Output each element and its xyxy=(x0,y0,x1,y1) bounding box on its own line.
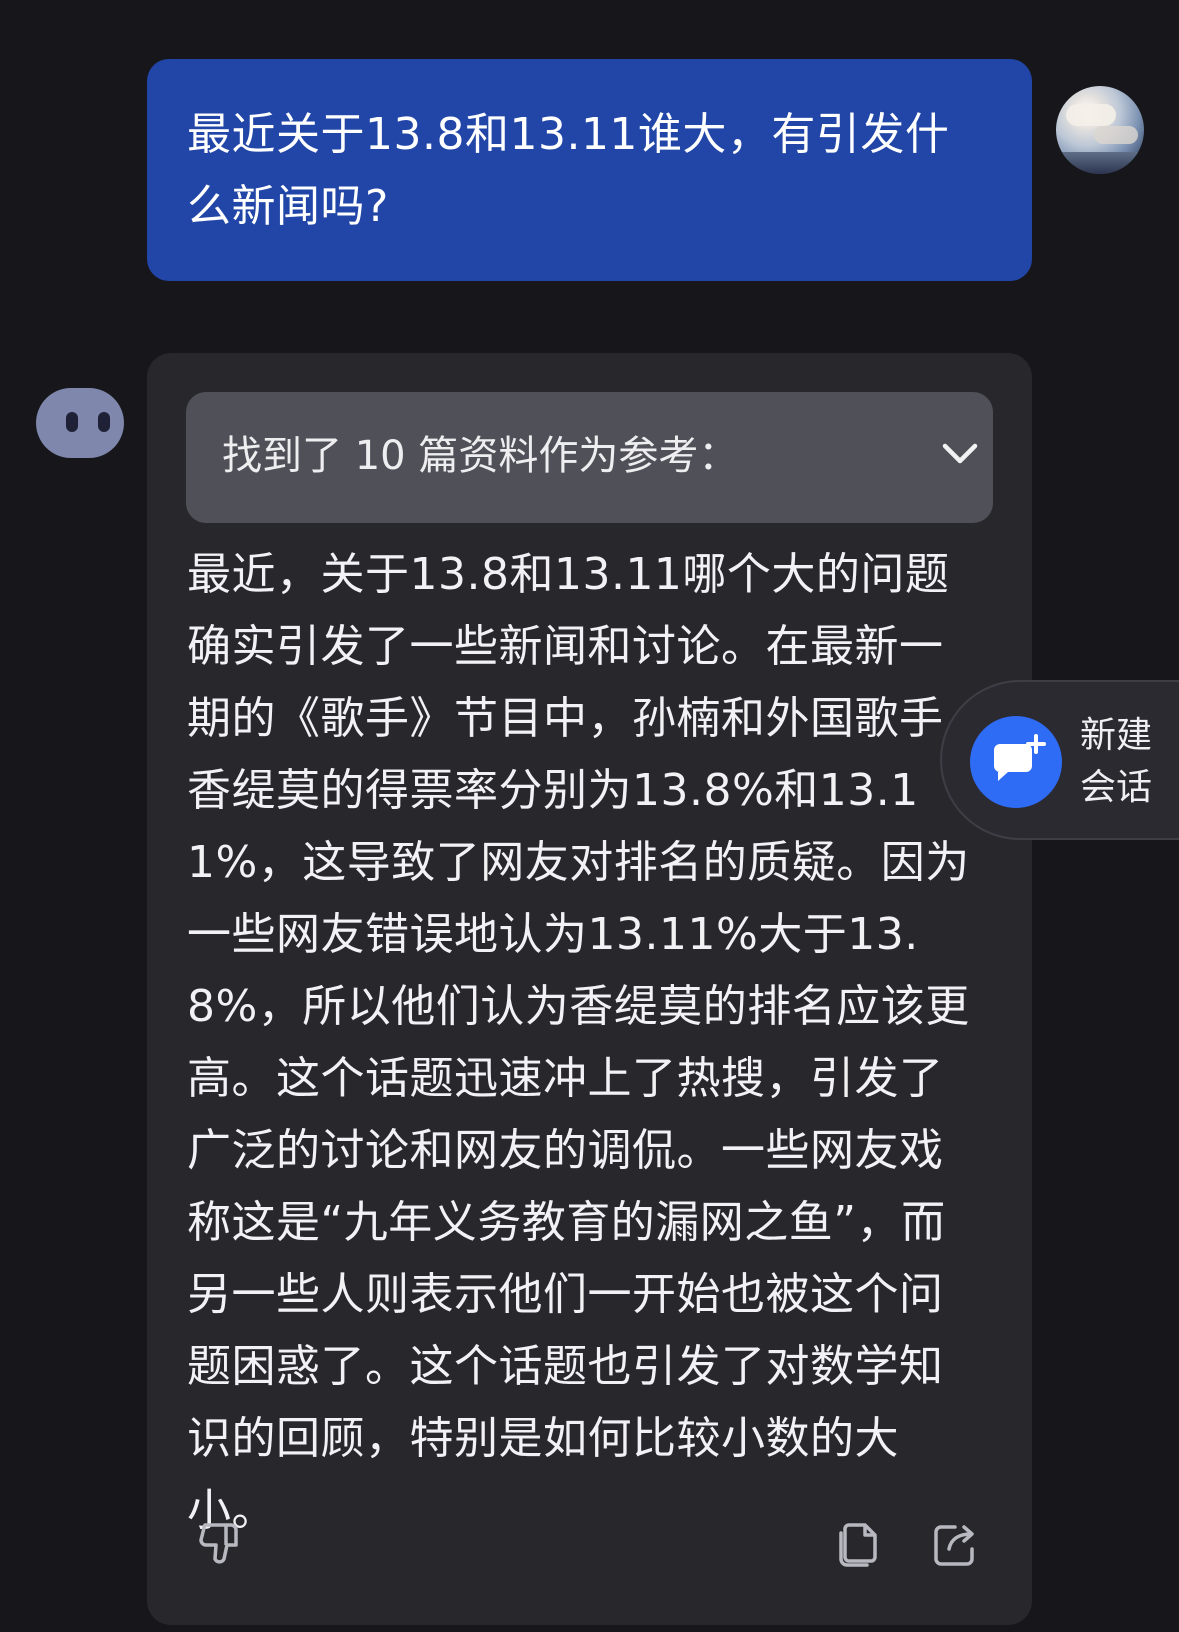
bot-message-bubble: 找到了 10 篇资料作为参考： 最近，关于13.8和13.11哪个大的问题确实引… xyxy=(147,353,1032,1625)
sources-label: 找到了 10 篇资料作为参考： xyxy=(222,433,739,479)
chat-screen: 最近关于13.8和13.11谁大，有引发什么新闻吗? 找到了 10 篇资料作为参… xyxy=(0,0,1179,1632)
user-message-text: 最近关于13.8和13.11谁大，有引发什么新闻吗? xyxy=(187,109,950,232)
sources-dropdown[interactable]: 找到了 10 篇资料作为参考： xyxy=(186,392,993,523)
share-icon[interactable] xyxy=(929,1519,981,1571)
new-chat-icon xyxy=(970,716,1062,808)
new-chat-button[interactable]: 新建会话 xyxy=(940,680,1179,840)
new-chat-label: 新建会话 xyxy=(1080,715,1153,808)
bot-avatar xyxy=(36,388,124,458)
copy-icon[interactable] xyxy=(833,1519,885,1571)
thumbs-down-icon[interactable] xyxy=(195,1519,247,1571)
bot-message-text: 最近，关于13.8和13.11哪个大的问题确实引发了一些新闻和讨论。在最新一期的… xyxy=(187,549,970,1536)
user-message-bubble: 最近关于13.8和13.11谁大，有引发什么新闻吗? xyxy=(147,59,1032,281)
user-avatar[interactable] xyxy=(1056,86,1144,174)
chevron-down-icon xyxy=(942,443,978,464)
